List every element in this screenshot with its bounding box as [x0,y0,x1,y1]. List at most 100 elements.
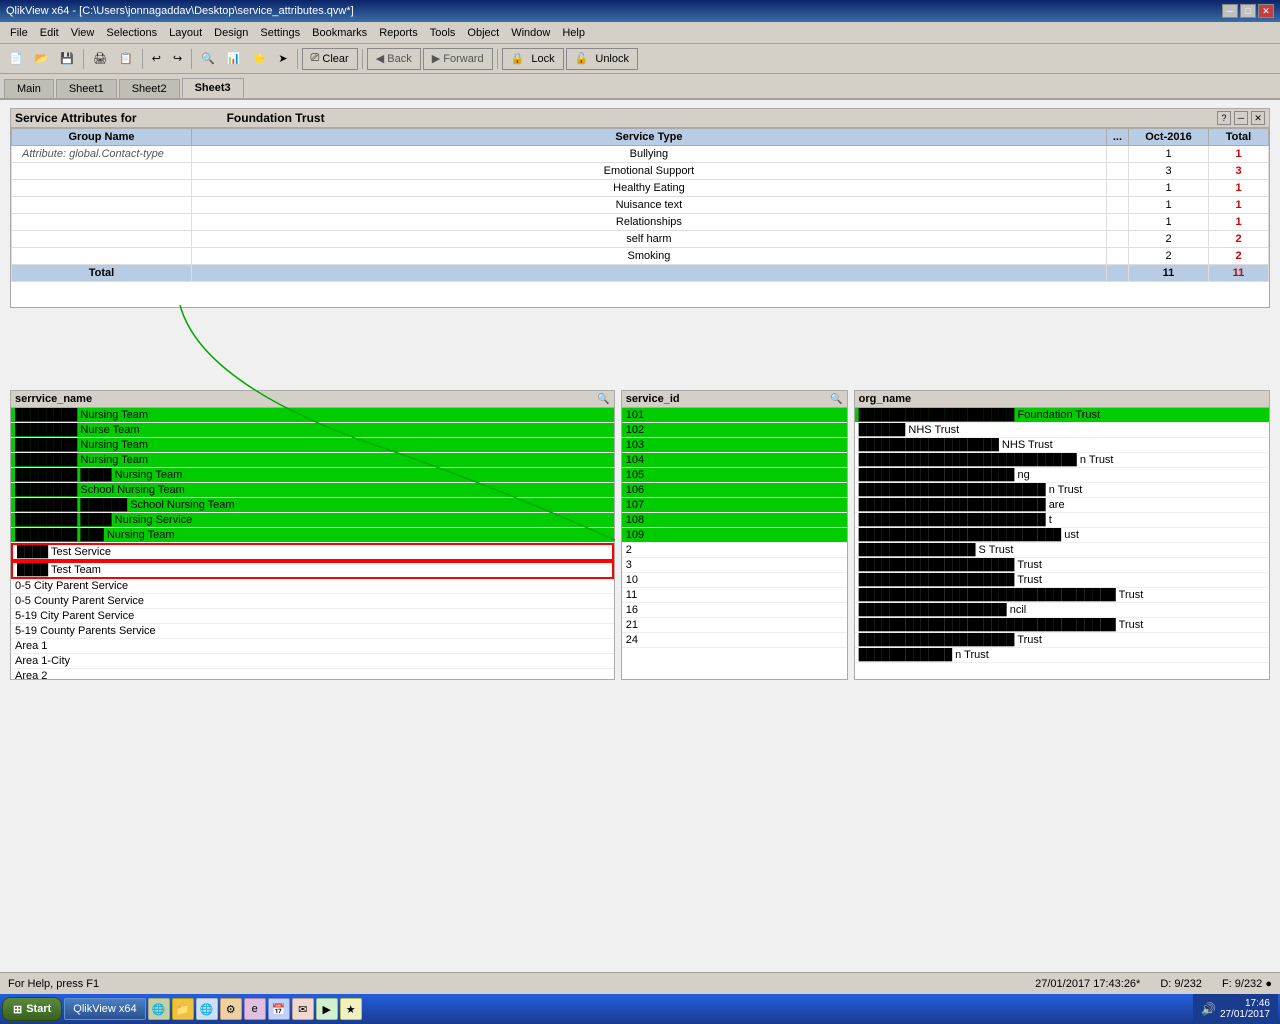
list-item[interactable]: ████████ ████ Nursing Service [11,513,614,528]
print-btn[interactable]: 🖨 [88,48,112,70]
service-id-list[interactable]: 101102103104105106107108109231011162124 [622,408,847,679]
menu-object[interactable]: Object [461,25,505,41]
tab-sheet2[interactable]: Sheet2 [119,79,180,98]
list-item[interactable]: 108 [622,513,847,528]
arrow-btn[interactable]: ➤ [273,48,292,70]
list-item[interactable]: ████ Test Service [11,543,614,561]
copy-btn[interactable]: 📋 [114,48,138,70]
list-item[interactable]: █████████████████████████████████ Trust [855,618,1269,633]
start-button[interactable]: ⊞ Start [2,997,62,1021]
table-minimize-btn[interactable]: ─ [1234,111,1248,125]
tab-sheet1[interactable]: Sheet1 [56,79,117,98]
service-name-search-icon[interactable]: 🔍 [597,394,609,405]
list-item[interactable]: 21 [622,618,847,633]
list-item[interactable]: ████████ ███ Nursing Team [11,528,614,543]
menu-help[interactable]: Help [556,25,591,41]
list-item[interactable]: 10 [622,573,847,588]
close-btn[interactable]: ✕ [1258,4,1274,18]
forward-button[interactable]: ▶ Forward [423,48,493,70]
taskbar-icon-folder[interactable]: 📁 [172,998,194,1020]
list-item[interactable]: ██████ NHS Trust [855,423,1269,438]
chart-btn[interactable]: 📊 [222,48,246,70]
list-item[interactable]: ████████ School Nursing Team [11,483,614,498]
list-item[interactable]: ████████████ n Trust [855,648,1269,663]
table-close-btn[interactable]: ✕ [1251,111,1265,125]
open-btn[interactable]: 📂 [30,48,54,70]
list-item[interactable]: 24 [622,633,847,648]
tab-main[interactable]: Main [4,79,54,98]
list-item[interactable]: Area 1 [11,639,614,654]
minimize-btn[interactable]: ─ [1222,4,1238,18]
list-item[interactable]: ████████ ██████ School Nursing Team [11,498,614,513]
menu-layout[interactable]: Layout [163,25,208,41]
list-item[interactable]: ████████████████████ Trust [855,633,1269,648]
menu-edit[interactable]: Edit [34,25,65,41]
list-item[interactable]: 102 [622,423,847,438]
search-btn[interactable]: 🔍 [196,48,220,70]
list-item[interactable]: ████ Test Team [11,561,614,579]
taskbar-icon-calendar[interactable]: 📅 [268,998,290,1020]
list-item[interactable]: 106 [622,483,847,498]
list-item[interactable]: 3 [622,558,847,573]
taskbar-qlik-item[interactable]: QlikView x64 [64,998,145,1020]
menu-bookmarks[interactable]: Bookmarks [306,25,373,41]
taskbar-icon-ie[interactable]: e [244,998,266,1020]
list-item[interactable]: 0-5 City Parent Service [11,579,614,594]
menu-window[interactable]: Window [505,25,556,41]
list-item[interactable]: ████████ Nurse Team [11,423,614,438]
menu-tools[interactable]: Tools [424,25,462,41]
list-item[interactable]: 16 [622,603,847,618]
taskbar-icon-mail[interactable]: ✉ [292,998,314,1020]
redo-btn[interactable]: ↪ [168,48,187,70]
menu-design[interactable]: Design [208,25,254,41]
undo-btn[interactable]: ↩ [147,48,166,70]
list-item[interactable]: ████████ Nursing Team [11,438,614,453]
save-btn[interactable]: 💾 [55,48,79,70]
list-item[interactable]: ████████████████████ Foundation Trust [855,408,1269,423]
menu-selections[interactable]: Selections [100,25,163,41]
list-item[interactable]: 11 [622,588,847,603]
list-item[interactable]: ███████████████████ ncil [855,603,1269,618]
maximize-btn[interactable]: □ [1240,4,1256,18]
taskbar-icon-app[interactable]: ★ [340,998,362,1020]
list-item[interactable]: 101 [622,408,847,423]
service-name-list[interactable]: ████████ Nursing Team████████ Nurse Team… [11,408,614,679]
tab-sheet3[interactable]: Sheet3 [182,78,244,98]
list-item[interactable]: ████████ ████ Nursing Team [11,468,614,483]
unlock-button[interactable]: 🔓 Unlock [566,48,638,70]
list-item[interactable]: █████████████████████████████████ Trust [855,588,1269,603]
list-item[interactable]: ████████████████████ Trust [855,573,1269,588]
star-btn[interactable]: ⭐ [248,48,272,70]
lock-button[interactable]: 🔒 Lock [502,48,564,70]
list-item[interactable]: ████████████████████████ t [855,513,1269,528]
list-item[interactable]: ████████████████████████ are [855,498,1269,513]
list-item[interactable]: ████████████████████████████ n Trust [855,453,1269,468]
org-name-list[interactable]: ████████████████████ Foundation Trust███… [855,408,1269,679]
list-item[interactable]: Area 2 [11,669,614,679]
service-id-search-icon[interactable]: 🔍 [830,394,842,405]
taskbar-icon-media[interactable]: ▶ [316,998,338,1020]
list-item[interactable]: 103 [622,438,847,453]
list-item[interactable]: ████████ Nursing Team [11,408,614,423]
menu-view[interactable]: View [65,25,101,41]
taskbar-icon-settings[interactable]: ⚙ [220,998,242,1020]
list-item[interactable]: Area 1-City [11,654,614,669]
list-item[interactable]: ████████ Nursing Team [11,453,614,468]
list-item[interactable]: ████████████████████ Trust [855,558,1269,573]
taskbar-volume-icon[interactable]: 🔊 [1201,1002,1216,1016]
list-item[interactable]: ██████████████████ NHS Trust [855,438,1269,453]
list-item[interactable]: ███████████████ S Trust [855,543,1269,558]
new-btn[interactable]: 📄 [4,48,28,70]
list-item[interactable]: 104 [622,453,847,468]
list-item[interactable]: 109 [622,528,847,543]
list-item[interactable]: ████████████████████ ng [855,468,1269,483]
taskbar-icon-network[interactable]: 🌐 [196,998,218,1020]
list-item[interactable]: 5-19 City Parent Service [11,609,614,624]
clear-button[interactable]: ⎚ Clear [302,48,358,70]
list-item[interactable]: ████████████████████████ n Trust [855,483,1269,498]
table-help-btn[interactable]: ? [1217,111,1231,125]
list-item[interactable]: 105 [622,468,847,483]
taskbar-icon-chrome[interactable]: 🌐 [148,998,170,1020]
list-item[interactable]: ██████████████████████████ ust [855,528,1269,543]
list-item[interactable]: 2 [622,543,847,558]
